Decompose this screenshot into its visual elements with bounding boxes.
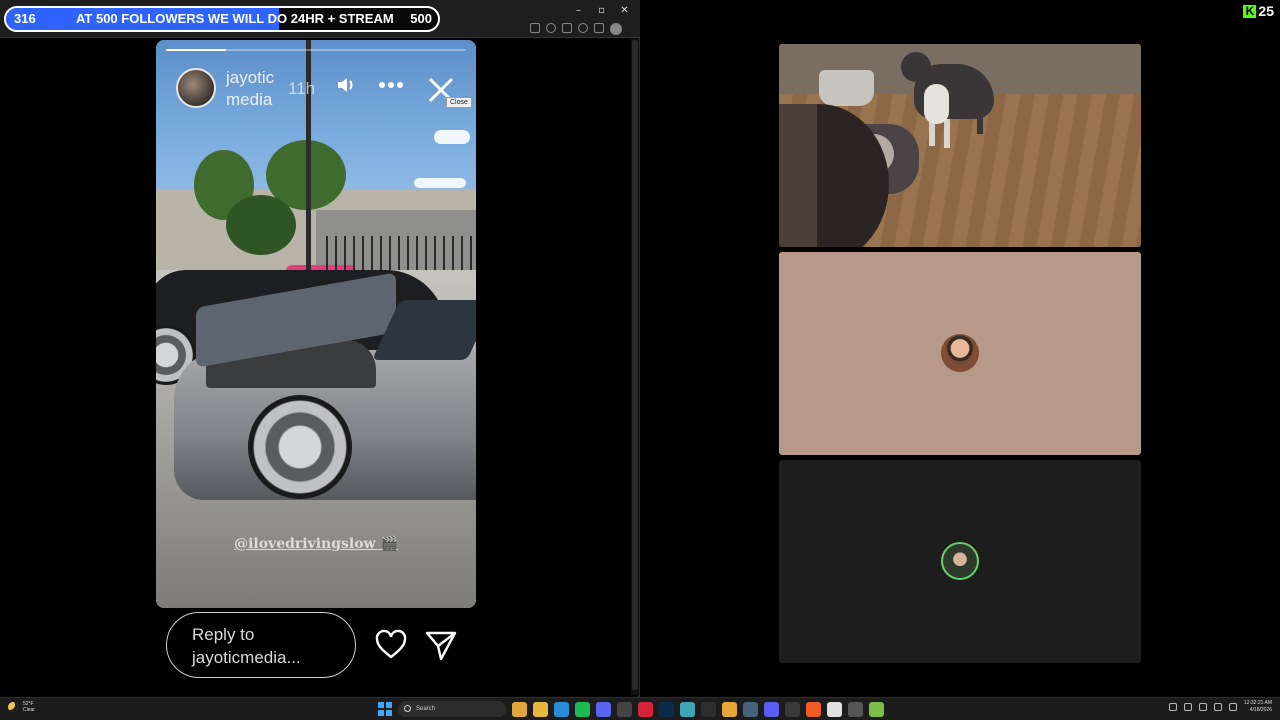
more-icon[interactable] <box>376 74 406 100</box>
profile-avatar-icon[interactable] <box>610 23 622 35</box>
reply-placeholder-line2: jayoticmedia... <box>192 648 301 667</box>
app-icon[interactable] <box>680 701 695 717</box>
tree <box>226 195 296 255</box>
terminal-icon[interactable] <box>701 701 716 717</box>
send-icon[interactable] <box>424 628 458 662</box>
viewer-count: 25 <box>1258 3 1274 19</box>
microphone-icon[interactable] <box>1198 703 1207 711</box>
tray-app-icon[interactable] <box>1168 703 1177 711</box>
story-avatar[interactable] <box>176 68 216 108</box>
cloud <box>414 178 466 188</box>
discord-icon[interactable] <box>596 701 611 717</box>
participant-avatar <box>941 334 979 372</box>
follower-goal-target: 500 <box>410 11 432 26</box>
app-icon[interactable] <box>869 701 884 717</box>
taskbar: 52°F Clear Search 12:32:21 AM 4/18/2026 <box>0 697 1280 720</box>
headset-icon[interactable] <box>785 701 800 717</box>
story-username[interactable]: jayotic media <box>226 67 274 111</box>
scrollbar-thumb[interactable] <box>632 40 638 690</box>
clock-time: 12:32:21 AM <box>1243 700 1272 706</box>
app-icon[interactable] <box>848 701 863 717</box>
follower-goal-bar: 316 AT 500 FOLLOWERS WE WILL DO 24HR + S… <box>4 6 440 32</box>
video-tile-participant-2[interactable] <box>779 252 1141 455</box>
search-icon <box>404 705 411 712</box>
video-tile-participant-3[interactable] <box>779 460 1141 663</box>
minimize-button[interactable]: – <box>567 2 590 20</box>
edge-icon[interactable] <box>554 701 569 717</box>
maximize-button[interactable]: ▫ <box>590 2 613 20</box>
video-call-window: K 25 <box>641 0 1280 697</box>
close-window-button[interactable]: ✕ <box>613 2 636 20</box>
spotify-icon[interactable] <box>575 701 590 717</box>
participant-avatar-speaking <box>941 542 979 580</box>
split-view-icon[interactable] <box>594 23 604 33</box>
reply-placeholder-line1: Reply to <box>192 625 255 644</box>
app-icon[interactable] <box>764 701 779 717</box>
weather-text: 52°F Clear <box>23 701 35 713</box>
app-icon[interactable] <box>827 701 842 717</box>
kick-viewer-count: K 25 <box>1243 3 1274 19</box>
fence <box>326 236 476 272</box>
cloud <box>434 130 470 144</box>
close-tooltip: Close <box>446 97 472 108</box>
weather-condition: Clear <box>23 707 35 713</box>
zoom-icon[interactable] <box>546 23 556 33</box>
window-controls: – ▫ ✕ <box>567 2 636 20</box>
story-username-line2: media <box>226 90 273 109</box>
tray-app-icon[interactable] <box>1183 703 1192 711</box>
front-wheel <box>248 395 352 499</box>
dog-bowl <box>819 70 874 106</box>
story-progress-bar <box>166 49 466 51</box>
app-icon[interactable] <box>743 701 758 717</box>
heart-icon[interactable] <box>374 628 408 662</box>
system-tray: 12:32:21 AM 4/18/2026 <box>1156 700 1272 714</box>
video-tile-camera[interactable] <box>779 44 1141 247</box>
adobe-icon[interactable] <box>638 701 653 717</box>
browser-window: – ▫ ✕ 316 AT 500 FOLLOWERS WE WILL DO 24… <box>0 0 640 697</box>
menu-icon[interactable] <box>628 23 634 33</box>
brave-icon[interactable] <box>806 701 821 717</box>
desktop: – ▫ ✕ 316 AT 500 FOLLOWERS WE WILL DO 24… <box>0 0 1280 720</box>
chrome-icon[interactable] <box>512 701 527 717</box>
story-username-line1: jayotic <box>226 68 275 87</box>
follower-goal-label: AT 500 FOLLOWERS WE WILL DO 24HR + STREA… <box>76 11 394 26</box>
toolbar-icons <box>530 23 634 35</box>
weather-widget[interactable]: 52°F Clear <box>8 701 35 713</box>
clock[interactable]: 12:32:21 AM 4/18/2026 <box>1244 700 1272 714</box>
network-icon[interactable] <box>1213 703 1222 711</box>
story-mention-tag[interactable]: @ilovedrivingslow 🎬 <box>156 536 476 552</box>
dog-head <box>901 52 931 82</box>
taskbar-search[interactable]: Search <box>398 701 506 717</box>
extension-icon[interactable] <box>530 23 540 33</box>
scrollbar[interactable] <box>631 38 639 695</box>
clock-date: 4/18/2026 <box>1249 707 1272 713</box>
photoshop-icon[interactable] <box>659 701 674 717</box>
utility-pole <box>306 40 311 280</box>
moon-icon <box>8 702 18 712</box>
app-icon[interactable] <box>722 701 737 717</box>
speaker-tray-icon[interactable] <box>1228 703 1237 711</box>
taskbar-search-placeholder: Search <box>416 706 436 712</box>
obs-icon[interactable] <box>617 701 632 717</box>
story-viewer[interactable]: @ilovedrivingslow 🎬 jayotic media 11h Cl… <box>156 40 476 608</box>
start-button-icon[interactable] <box>378 702 392 716</box>
reply-input[interactable]: Reply to jayoticmedia... <box>166 612 356 678</box>
follower-goal-current: 316 <box>14 11 36 26</box>
story-timestamp: 11h <box>288 79 316 98</box>
speaker-icon[interactable] <box>334 74 358 100</box>
file-explorer-icon[interactable] <box>533 701 548 717</box>
kick-logo-icon: K <box>1243 4 1257 18</box>
tattooed-arm <box>779 104 817 247</box>
dog-chest <box>924 84 949 124</box>
refresh-icon[interactable] <box>578 23 588 33</box>
story-progress-fill <box>166 49 226 51</box>
chevron-up-icon[interactable] <box>1156 703 1162 711</box>
bookmark-star-icon[interactable] <box>562 23 572 33</box>
taskbar-apps: Search <box>378 701 884 717</box>
